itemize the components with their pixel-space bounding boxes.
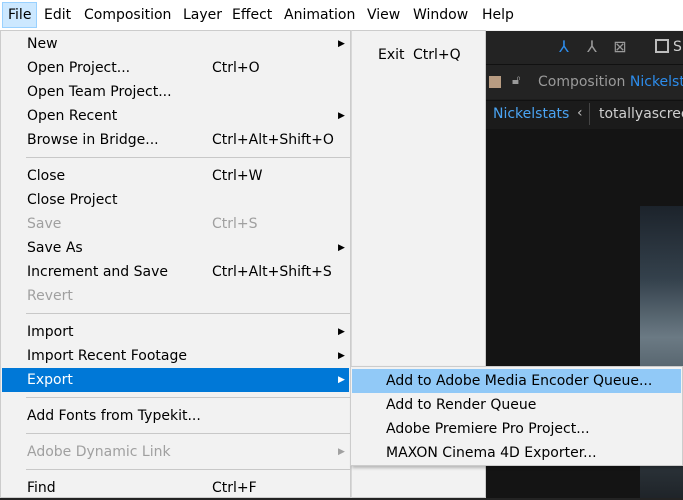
- menu-composition[interactable]: Composition: [79, 2, 176, 28]
- panel-color-swatch: [489, 76, 501, 88]
- menu-view[interactable]: View: [362, 2, 405, 28]
- menu-item-label: Close Project: [27, 192, 118, 208]
- menu-item-label: Increment and Save: [27, 264, 168, 280]
- menu-separator: [26, 157, 350, 158]
- menu-item-save[interactable]: Save Ctrl+S: [2, 212, 349, 236]
- snapping-checkbox[interactable]: [655, 39, 669, 53]
- menu-item-label: Open Project...: [27, 60, 131, 76]
- menu-item-label: Add Fonts from Typekit...: [27, 408, 201, 424]
- menu-item-label: Add to Adobe Media Encoder Queue...: [386, 373, 653, 389]
- menu-item-shortcut: Ctrl+W: [212, 168, 263, 184]
- menu-item-close-project[interactable]: Close Project: [2, 188, 349, 212]
- menu-item-export[interactable]: Export ▶: [2, 368, 349, 392]
- menu-item-label: MAXON Cinema 4D Exporter...: [386, 445, 597, 461]
- menu-item-find[interactable]: Find Ctrl+F: [2, 476, 349, 500]
- menu-separator: [26, 313, 350, 314]
- submenu-arrow-icon: ▶: [338, 447, 345, 457]
- menu-item-add-fonts-from-typekit[interactable]: Add Fonts from Typekit...: [2, 404, 349, 428]
- menu-item-label: Import Recent Footage: [27, 348, 188, 364]
- menu-item-adobe-dynamic-link[interactable]: Adobe Dynamic Link ▶: [2, 440, 349, 464]
- menu-item-label: Save: [27, 216, 62, 232]
- composition-panel-title: Composition Nickelstats: [538, 74, 683, 90]
- menu-item-label: New: [27, 36, 58, 52]
- menu-item-label: Adobe Dynamic Link: [27, 444, 171, 460]
- menu-item-label: Find: [27, 480, 56, 496]
- tab-divider: [589, 103, 590, 125]
- menu-item-label: Open Recent: [27, 108, 118, 124]
- menu-item-premiere-pro-project[interactable]: Adobe Premiere Pro Project...: [352, 417, 681, 441]
- submenu-arrow-icon: ▶: [338, 111, 345, 121]
- menu-item-save-as[interactable]: Save As ▶: [2, 236, 349, 260]
- menu-item-label: Import: [27, 324, 74, 340]
- menu-item-label: Add to Render Queue: [386, 397, 537, 413]
- menu-item-open-project[interactable]: Open Project... Ctrl+O: [2, 56, 349, 80]
- menu-item-shortcut: Ctrl+F: [212, 480, 257, 496]
- menu-item-shortcut: Ctrl+Alt+Shift+S: [212, 264, 332, 280]
- puppet-overlap-icon[interactable]: ⊠: [609, 36, 631, 58]
- menu-item-label: Export: [27, 372, 73, 388]
- menu-item-label: Save As: [27, 240, 83, 256]
- menu-item-label: Exit: [378, 47, 405, 63]
- composition-name: Nickelstats: [629, 74, 683, 90]
- menu-item-new[interactable]: New ▶: [2, 32, 349, 56]
- menu-item-shortcut: Ctrl+Q: [413, 47, 461, 63]
- tab-nickelstats[interactable]: Nickelstats: [493, 106, 569, 122]
- menu-item-label: Adobe Premiere Pro Project...: [386, 421, 590, 437]
- menu-item-open-recent[interactable]: Open Recent ▶: [2, 104, 349, 128]
- puppet-starch-icon[interactable]: ⅄: [581, 36, 603, 58]
- submenu-arrow-icon: ▶: [338, 375, 345, 385]
- menu-item-label: Close: [27, 168, 66, 184]
- menu-window[interactable]: Window: [408, 2, 473, 28]
- menu-bar: File Edit Composition Layer Effect Anima…: [0, 0, 683, 31]
- composition-label: Composition: [538, 74, 626, 90]
- menu-item-shortcut: Ctrl+Alt+Shift+O: [212, 132, 334, 148]
- menu-item-import[interactable]: Import ▶: [2, 320, 349, 344]
- menu-item-label: Open Team Project...: [27, 84, 172, 100]
- menu-item-label: Browse in Bridge...: [27, 132, 159, 148]
- menu-separator: [26, 469, 350, 470]
- menu-item-label: Revert: [27, 288, 73, 304]
- submenu-arrow-icon: ▶: [338, 351, 345, 361]
- menu-layer[interactable]: Layer: [178, 2, 227, 28]
- menu-item-increment-and-save[interactable]: Increment and Save Ctrl+Alt+Shift+S: [2, 260, 349, 284]
- submenu-arrow-icon: ▶: [338, 327, 345, 337]
- menu-help[interactable]: Help: [477, 2, 519, 28]
- menu-edit[interactable]: Edit: [39, 2, 76, 28]
- snapping-label: S: [673, 39, 682, 55]
- chevron-left-icon[interactable]: ‹: [577, 105, 583, 121]
- menu-item-add-to-render-queue[interactable]: Add to Render Queue: [352, 393, 681, 417]
- menu-separator: [26, 433, 350, 434]
- menu-item-import-recent-footage[interactable]: Import Recent Footage ▶: [2, 344, 349, 368]
- menu-item-browse-in-bridge[interactable]: Browse in Bridge... Ctrl+Alt+Shift+O: [2, 128, 349, 152]
- file-menu: New ▶ Open Project... Ctrl+O Open Team P…: [0, 30, 351, 498]
- menu-item-shortcut: Ctrl+S: [212, 216, 258, 232]
- menu-animation[interactable]: Animation: [279, 2, 360, 28]
- submenu-arrow-icon: ▶: [338, 39, 345, 49]
- tab-totallyascreen[interactable]: totallyascreen: [599, 106, 683, 122]
- menu-item-close[interactable]: Close Ctrl+W: [2, 164, 349, 188]
- menu-item-cinema-4d-exporter[interactable]: MAXON Cinema 4D Exporter...: [352, 441, 681, 465]
- lock-icon[interactable]: 🔓︎: [512, 73, 520, 88]
- menu-item-add-to-media-encoder-queue[interactable]: Add to Adobe Media Encoder Queue...: [352, 369, 681, 393]
- submenu-arrow-icon: ▶: [338, 243, 345, 253]
- export-submenu: Add to Adobe Media Encoder Queue... Add …: [350, 366, 683, 466]
- menu-file[interactable]: File: [2, 2, 38, 28]
- menu-item-shortcut: Ctrl+O: [212, 60, 260, 76]
- menu-effect[interactable]: Effect: [227, 2, 277, 28]
- menu-separator: [26, 397, 350, 398]
- menu-item-open-team-project[interactable]: Open Team Project...: [2, 80, 349, 104]
- menu-item-revert[interactable]: Revert: [2, 284, 349, 308]
- puppet-pin-icon[interactable]: ⅄: [553, 36, 575, 58]
